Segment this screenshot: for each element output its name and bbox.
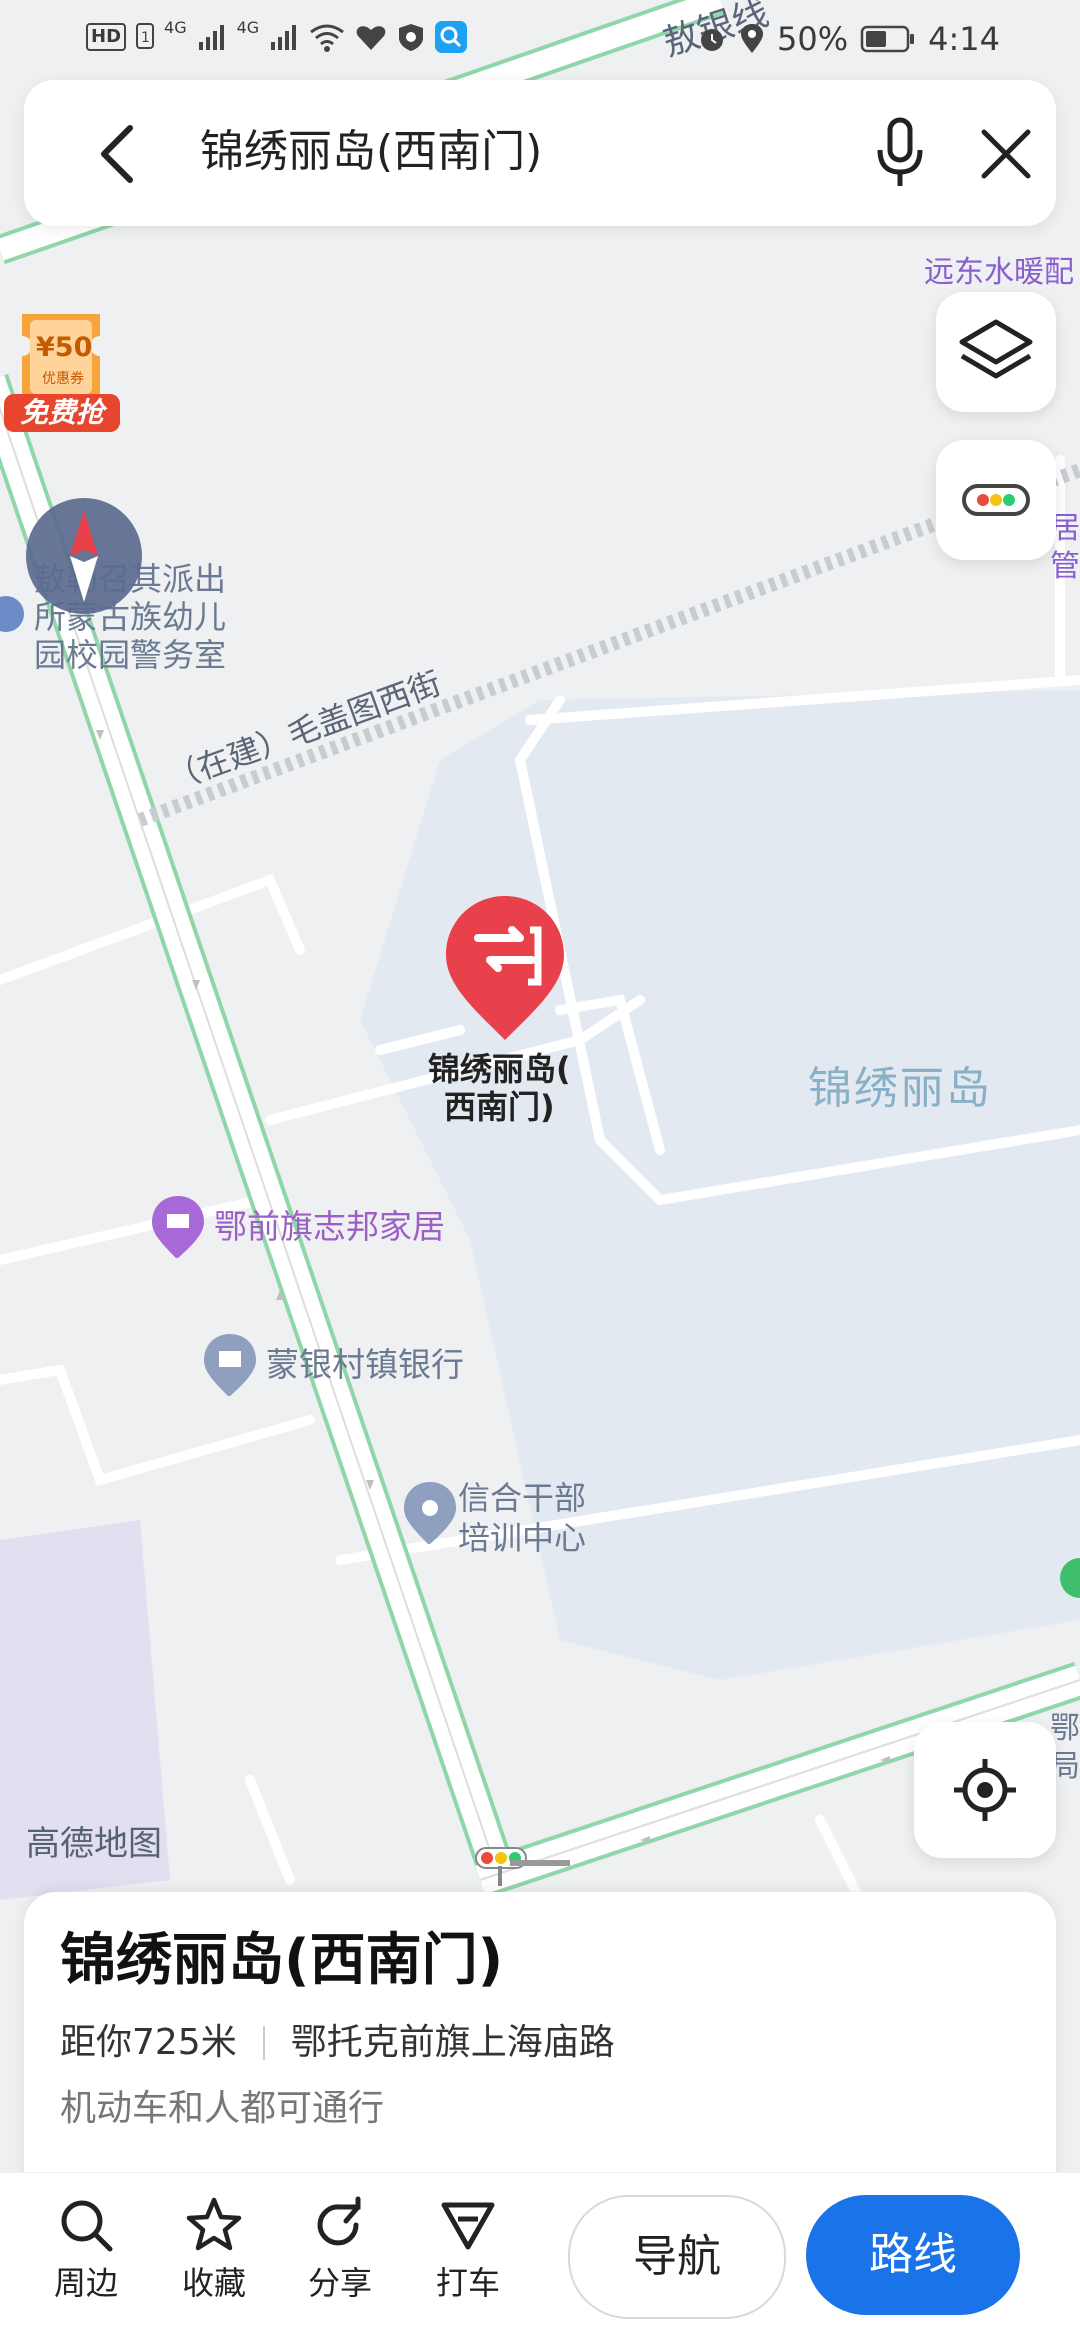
poi-label-bank[interactable]: 蒙银村镇银行 <box>266 1345 464 1385</box>
place-meta: 距你725米 鄂托克前旗上海庙路 <box>60 2020 615 2066</box>
clock: 4:14 <box>928 20 1000 58</box>
shield-icon <box>399 24 424 51</box>
battery-icon <box>860 25 915 53</box>
sim-icon: 1 <box>136 23 155 49</box>
battery-percent: 50% <box>777 20 849 58</box>
search-icon <box>61 2200 113 2252</box>
health-icon <box>356 26 386 50</box>
network-label-1: 4G <box>164 17 187 37</box>
coupon-amount: ¥50 <box>36 332 93 363</box>
network-label-2: 4G <box>236 17 260 37</box>
compass-icon[interactable] <box>24 496 144 616</box>
taxi-button[interactable]: 打车 <box>420 2195 516 2303</box>
place-address: 鄂托克前旗上海庙路 <box>290 2022 615 2063</box>
map-screen: 敖银线 （在建）毛盖图西街 敖勒召其派出 所蒙古族幼儿 园校园警务室 锦绣丽岛 … <box>0 0 1080 2340</box>
microphone-icon[interactable] <box>870 116 930 192</box>
area-label: 锦绣丽岛 <box>808 1063 992 1114</box>
my-location-button[interactable] <box>914 1722 1056 1858</box>
place-distance: 距你725米 <box>60 2022 237 2063</box>
location-icon <box>741 24 764 53</box>
share-icon <box>317 2196 361 2246</box>
favorite-button[interactable]: 收藏 <box>166 2195 262 2303</box>
route-button[interactable]: 路线 <box>806 2195 1020 2315</box>
signal-icon <box>198 25 224 50</box>
layers-icon <box>959 319 1033 379</box>
search-app-icon <box>435 21 468 53</box>
pin-label[interactable]: 锦绣丽岛( 西南门) <box>428 1050 571 1126</box>
search-input[interactable]: 锦绣丽岛(西南门) <box>200 122 542 182</box>
status-bar: HD 1 4G 4G 50% 4:14 <box>0 0 1080 80</box>
traffic-button[interactable] <box>936 440 1056 560</box>
wifi-icon <box>310 24 345 52</box>
hd-icon: HD <box>86 23 127 51</box>
traffic-icon <box>962 484 1030 516</box>
taxi-label: 打车 <box>435 2264 500 2302</box>
navigate-button[interactable]: 导航 <box>568 2195 786 2319</box>
place-note: 机动车和人都可通行 <box>60 2088 385 2129</box>
nearby-button[interactable]: 周边 <box>38 2195 134 2303</box>
close-icon[interactable] <box>976 124 1036 184</box>
place-title: 锦绣丽岛(西南门) <box>60 1928 504 1993</box>
layers-button[interactable] <box>936 292 1056 412</box>
coupon-badge[interactable]: ¥50 优惠券 免费抢 <box>0 306 124 436</box>
coupon-tag: 免费抢 <box>4 394 120 432</box>
meta-divider <box>262 2026 265 2060</box>
share-label: 分享 <box>307 2264 372 2302</box>
poi-label-topright[interactable]: 远东水暖配 <box>924 254 1074 292</box>
favorite-label: 收藏 <box>181 2264 246 2302</box>
coupon-sub: 优惠券 <box>42 371 84 387</box>
nearby-label: 周边 <box>53 2264 118 2302</box>
locate-icon <box>954 1759 1016 1821</box>
back-arrow-icon[interactable] <box>86 120 146 188</box>
status-left: HD 1 4G 4G <box>86 17 468 54</box>
taxi-icon <box>441 2202 495 2250</box>
poi-label-furniture[interactable]: 鄂前旗志邦家居 <box>214 1207 445 1247</box>
svg-text:1: 1 <box>141 30 150 46</box>
signal-icon-2 <box>271 25 297 50</box>
poi-label-training[interactable]: 信合干部 培训中心 <box>458 1478 586 1558</box>
alarm-icon <box>701 29 724 51</box>
share-button[interactable]: 分享 <box>292 2195 388 2303</box>
action-bar: 周边 收藏 分享 打车 导航 路线 <box>0 2172 1080 2340</box>
star-icon <box>186 2197 242 2251</box>
map-watermark: 高德地图 <box>26 1824 162 1864</box>
status-right: 50% 4:14 <box>697 20 1000 58</box>
search-bar[interactable]: 锦绣丽岛(西南门) <box>24 80 1056 226</box>
